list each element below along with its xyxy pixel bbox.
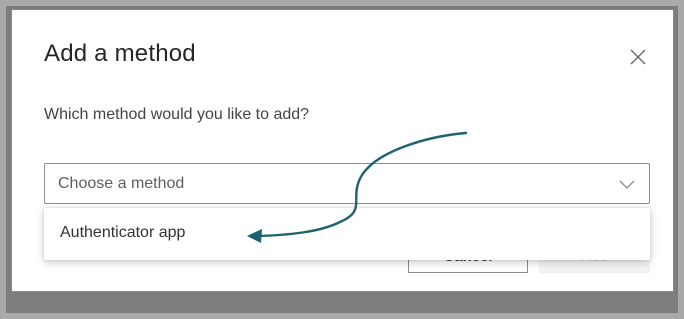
add-method-dialog: Add a method Which method would you like… xyxy=(11,9,674,292)
menu-item-label: Authenticator app xyxy=(60,224,186,241)
method-dropdown-menu: Authenticator app xyxy=(44,208,650,260)
menu-item-authenticator-app[interactable]: Authenticator app xyxy=(44,208,650,260)
close-button[interactable] xyxy=(625,44,651,70)
dialog-title: Add a method xyxy=(44,40,196,67)
method-select[interactable]: Choose a method xyxy=(44,163,650,204)
method-question: Which method would you like to add? xyxy=(44,106,310,123)
close-icon xyxy=(630,49,646,65)
method-select-placeholder: Choose a method xyxy=(58,175,185,192)
chevron-down-icon xyxy=(619,180,635,189)
